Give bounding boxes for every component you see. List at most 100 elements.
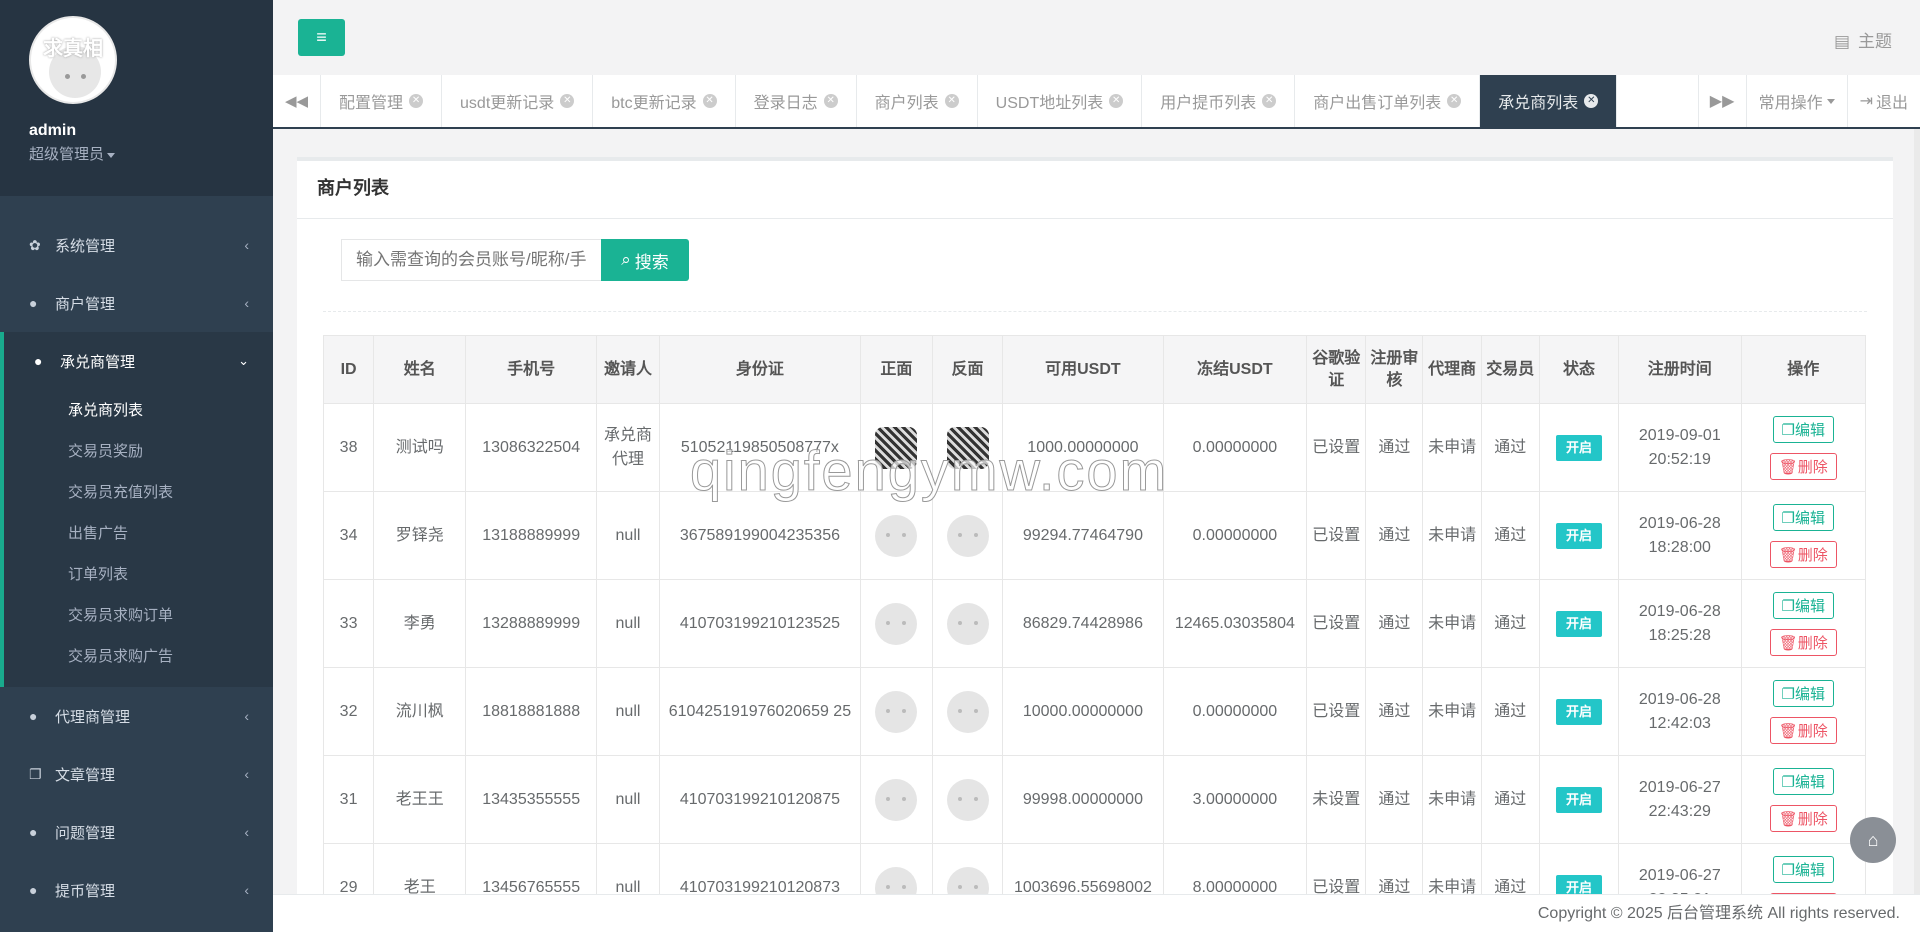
cell-name: 老王 [373, 843, 467, 894]
back-image-thumbnail[interactable] [946, 426, 989, 469]
edit-icon: ❐ [1781, 861, 1795, 879]
edit-button[interactable]: ❐编辑 [1772, 855, 1834, 883]
col-header[interactable]: 邀请人 [595, 335, 661, 404]
subnav-item-sell-ads[interactable]: 出售广告 [4, 513, 273, 554]
close-icon[interactable]: ✕ [560, 94, 575, 108]
edit-button[interactable]: ❐编辑 [1772, 679, 1834, 707]
tab-acceptor-list[interactable]: 承兑商列表 ✕ [1480, 75, 1618, 127]
close-icon[interactable]: ✕ [1109, 94, 1124, 108]
front-image-thumbnail[interactable] [875, 778, 918, 821]
subnav-item-trader-recharge[interactable]: 交易员充值列表 [4, 472, 273, 513]
user-role-dropdown[interactable]: 超级管理员 [29, 143, 273, 164]
tab-usdt-address[interactable]: USDT地址列表 ✕ [978, 75, 1143, 127]
delete-button[interactable]: 🗑删除 [1769, 628, 1837, 656]
tab-merchant-list[interactable]: 商户列表 ✕ [857, 75, 978, 127]
sidebar-item-articles[interactable]: ❐ 文章管理 ‹ [0, 745, 273, 803]
logout-label: 退出 [1875, 95, 1908, 112]
tab-user-withdraw[interactable]: 用户提币列表 ✕ [1142, 75, 1296, 127]
col-header[interactable]: 交易员 [1480, 335, 1540, 404]
common-ops-dropdown[interactable]: 常用操作 [1745, 75, 1847, 127]
status-badge[interactable]: 开启 [1555, 610, 1602, 637]
back-image-thumbnail[interactable] [946, 602, 989, 645]
close-icon[interactable]: ✕ [944, 94, 959, 108]
front-image-thumbnail[interactable] [875, 514, 918, 557]
col-header[interactable]: 冻结USDT [1162, 335, 1308, 404]
close-icon[interactable]: ✕ [1447, 94, 1462, 108]
status-badge[interactable]: 开启 [1555, 698, 1602, 725]
front-image-thumbnail[interactable] [875, 690, 918, 733]
col-header[interactable]: 身份证 [659, 335, 861, 404]
edit-button[interactable]: ❐编辑 [1772, 415, 1834, 443]
status-badge[interactable]: 开启 [1555, 874, 1602, 894]
page-scrollbar[interactable] [1914, 129, 1920, 894]
subnav-item-trader-reward[interactable]: 交易员奖励 [4, 431, 273, 472]
subnav-item-buy-ads[interactable]: 交易员求购广告 [4, 636, 273, 677]
col-header[interactable]: 操作 [1740, 335, 1866, 404]
back-image-thumbnail[interactable] [946, 690, 989, 733]
search-input[interactable] [341, 239, 601, 281]
user-icon: ● [29, 882, 38, 898]
edit-button[interactable]: ❐编辑 [1772, 503, 1834, 531]
trash-icon: 🗑 [1778, 546, 1798, 564]
sidebar-item-system[interactable]: ✿ 系统管理 ‹ [0, 216, 273, 274]
edit-button[interactable]: ❐编辑 [1772, 591, 1834, 619]
status-badge[interactable]: 开启 [1555, 786, 1602, 813]
sidebar-item-questions[interactable]: ● 问题管理 ‹ [0, 803, 273, 861]
col-header[interactable]: 可用USDT [1002, 335, 1164, 404]
tab-login-log[interactable]: 登录日志 ✕ [736, 75, 857, 127]
back-image-thumbnail[interactable] [946, 778, 989, 821]
delete-button[interactable]: 🗑删除 [1769, 452, 1837, 480]
status-badge[interactable]: 开启 [1555, 434, 1602, 461]
subnav-item-acceptor-list[interactable]: 承兑商列表 [4, 390, 273, 431]
back-image-thumbnail[interactable] [946, 514, 989, 557]
avatar[interactable]: 求真相 [29, 16, 117, 104]
sidebar-item-acceptor[interactable]: ● 承兑商管理 ⌄ [4, 332, 273, 390]
col-header[interactable]: 姓名 [373, 335, 467, 404]
col-header[interactable]: 谷歌验证 [1306, 335, 1367, 404]
col-header[interactable]: 手机号 [465, 335, 597, 404]
tab-config[interactable]: 配置管理 ✕ [321, 75, 443, 127]
col-header[interactable]: 状态 [1538, 335, 1620, 404]
col-header[interactable]: 代理商 [1422, 335, 1482, 404]
close-icon[interactable]: ✕ [702, 94, 717, 108]
tab-btc-records[interactable]: btc更新记录 ✕ [593, 75, 736, 127]
sidebar-item-withdraw[interactable]: ● 提币管理 ‹ [0, 861, 273, 919]
tabs-scroll-right-button[interactable]: ▶▶ [1697, 75, 1746, 127]
tab-usdt-records[interactable]: usdt更新记录 ✕ [442, 75, 594, 127]
cell-review: 通过 [1365, 667, 1424, 756]
close-icon[interactable]: ✕ [409, 94, 424, 108]
delete-button[interactable]: 🗑删除 [1769, 716, 1837, 744]
status-badge[interactable]: 开启 [1555, 522, 1602, 549]
delete-button[interactable]: 🗑删除 [1769, 540, 1837, 568]
subnav-item-orders[interactable]: 订单列表 [4, 554, 273, 595]
toggle-menu-button[interactable]: ≡ [298, 19, 345, 56]
tab-merchant-sell-orders[interactable]: 商户出售订单列表 ✕ [1295, 75, 1481, 127]
tab-label: 商户列表 [874, 95, 939, 112]
home-button[interactable]: ⌂ [1850, 817, 1896, 863]
search-button[interactable]: ⌕ 搜索 [601, 239, 689, 281]
close-icon[interactable]: ✕ [1262, 94, 1277, 108]
cell-back-image [931, 491, 1004, 580]
col-header[interactable]: 反面 [931, 335, 1004, 404]
tabs-scroll-left-button[interactable]: ◀◀ [273, 75, 321, 127]
edit-button[interactable]: ❐编辑 [1772, 767, 1834, 795]
back-image-thumbnail[interactable] [946, 866, 989, 894]
close-icon[interactable]: ✕ [1584, 94, 1599, 108]
delete-button[interactable]: 🗑删除 [1769, 804, 1837, 832]
front-image-thumbnail[interactable] [875, 602, 918, 645]
front-image-thumbnail[interactable] [875, 866, 918, 894]
cell-id: 29 [322, 843, 375, 894]
col-header[interactable]: 注册时间 [1618, 335, 1742, 404]
close-icon[interactable]: ✕ [823, 94, 838, 108]
cell-usdt: 99294.77464790 [1002, 491, 1164, 580]
sidebar-item-agent[interactable]: ● 代理商管理 ‹ [0, 687, 273, 745]
theme-button[interactable]: ▤ 主题 [1834, 27, 1892, 52]
front-image-thumbnail[interactable] [875, 426, 918, 469]
subnav-item-buy-orders[interactable]: 交易员求购订单 [4, 595, 273, 636]
logout-button[interactable]: ⇥ 退出 [1846, 75, 1920, 127]
col-header[interactable]: ID [322, 335, 375, 404]
col-header[interactable]: 正面 [859, 335, 933, 404]
sidebar-item-merchant[interactable]: ● 商户管理 ‹ [0, 274, 273, 332]
edit-icon: ❐ [1781, 597, 1795, 615]
col-header[interactable]: 注册审核 [1365, 335, 1424, 404]
